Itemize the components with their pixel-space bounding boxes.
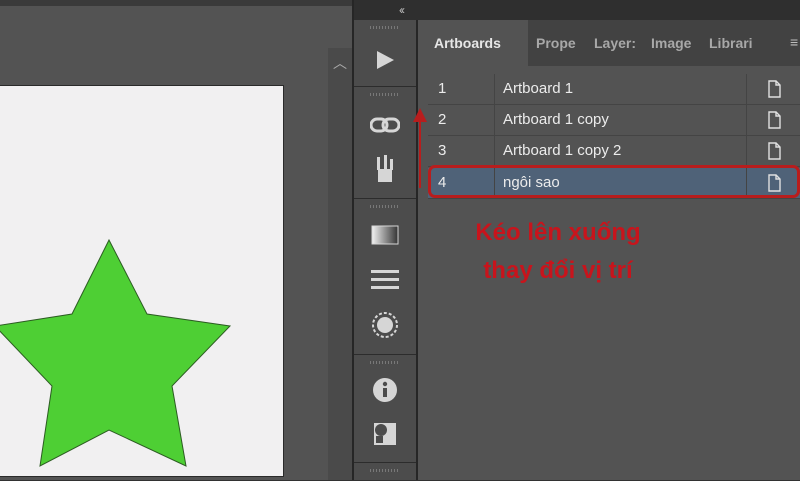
gradient-icon[interactable] <box>370 220 400 250</box>
strip-separator <box>354 354 416 355</box>
panel-icon-strip <box>354 20 418 480</box>
radial-glow-icon[interactable] <box>370 310 400 340</box>
artboard-number: 1 <box>438 80 447 97</box>
artboard-name[interactable]: Artboard 1 copy 2 <box>494 136 744 166</box>
strip-separator <box>354 462 416 463</box>
drag-grip[interactable] <box>370 469 398 472</box>
highlight-outline <box>428 165 800 198</box>
tab-image[interactable]: Image <box>651 20 697 66</box>
artboard-row[interactable]: 2 Artboard 1 copy <box>428 105 800 136</box>
vertical-scrollbar[interactable] <box>328 48 352 480</box>
align-lines-icon[interactable] <box>370 264 400 294</box>
strip-separator <box>354 198 416 199</box>
up-arrow-icon <box>413 108 427 188</box>
tab-artboards[interactable]: Artboards <box>418 20 528 66</box>
transform-icon[interactable] <box>370 419 400 449</box>
artboard-row[interactable]: 3 Artboard 1 copy 2 <box>428 136 800 167</box>
drag-grip[interactable] <box>370 26 398 29</box>
drag-grip[interactable] <box>370 205 398 208</box>
annotation-text: Kéo lên xuống thay đổi vị trí <box>438 214 678 290</box>
artboard-canvas[interactable] <box>0 85 284 477</box>
artboard-options-icon[interactable] <box>746 74 800 104</box>
info-icon[interactable] <box>370 375 400 405</box>
brush-tools-icon[interactable] <box>370 154 400 184</box>
annotation-line-1: Kéo lên xuống <box>475 219 641 246</box>
link-icon[interactable] <box>370 110 400 140</box>
panel-tab-bar: Artboards Prope Layer: Image Librari <box>418 20 800 66</box>
collapse-dock-icon[interactable]: ‹‹ <box>390 2 412 18</box>
scroll-up-icon[interactable]: ︿ <box>331 52 349 74</box>
play-icon[interactable] <box>370 45 400 75</box>
artboard-row[interactable]: 1 Artboard 1 <box>428 74 800 105</box>
tab-properties[interactable]: Prope <box>536 20 582 66</box>
star-shape[interactable] <box>0 86 283 476</box>
artboard-name[interactable]: Artboard 1 <box>494 74 744 104</box>
artboard-number: 2 <box>438 111 447 128</box>
panel-menu-icon[interactable]: ≡ <box>790 34 798 50</box>
artboard-name[interactable]: Artboard 1 copy <box>494 105 744 135</box>
artboard-options-icon[interactable] <box>746 136 800 166</box>
strip-separator <box>354 86 416 87</box>
tab-layers[interactable]: Layer: <box>594 20 640 66</box>
artboard-number: 3 <box>438 142 447 159</box>
document-tab-bar <box>0 6 352 49</box>
dock-header <box>354 0 800 20</box>
artboard-options-icon[interactable] <box>746 105 800 135</box>
drag-grip[interactable] <box>370 361 398 364</box>
drag-grip[interactable] <box>370 93 398 96</box>
annotation-line-2: thay đổi vị trí <box>483 257 633 284</box>
tab-libraries[interactable]: Librari <box>709 20 759 66</box>
